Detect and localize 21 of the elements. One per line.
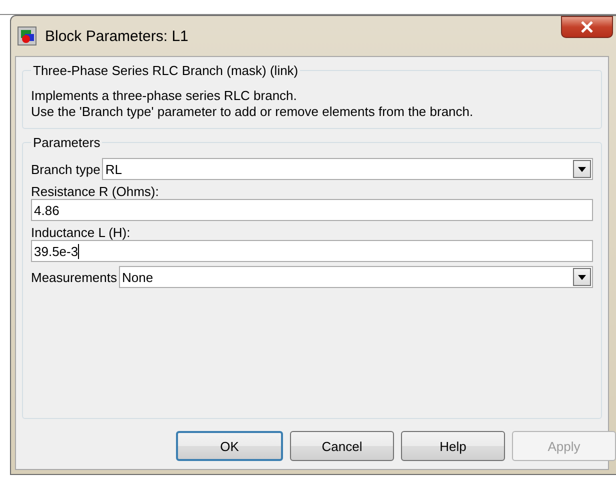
group-title: Three-Phase Series RLC Branch (mask) (link) <box>32 63 300 78</box>
input-field[interactable]: 4.86 <box>31 199 593 221</box>
dialog-button[interactable]: Cancel <box>290 431 394 461</box>
dialog-button[interactable]: OK <box>176 431 283 461</box>
description-text: Implements a three-phase series RLC branch. <box>31 88 298 104</box>
group-title: Parameters <box>32 135 102 150</box>
dropdown-field[interactable]: RL <box>102 158 593 180</box>
dialog-button[interactable]: Help <box>401 431 505 461</box>
caret-icon <box>578 166 586 172</box>
close-icon <box>580 21 594 33</box>
block-icon <box>17 26 37 46</box>
field-label: Measurements <box>31 270 117 284</box>
close-button[interactable] <box>561 16 613 38</box>
window-title: Block Parameters: L1 <box>45 28 188 44</box>
dropdown-field[interactable]: None <box>118 266 593 288</box>
field-label: Resistance R (Ohms): <box>31 184 160 199</box>
field-label: Inductance L (H): <box>31 225 132 240</box>
description-text: Use the 'Branch type' parameter to add or remove elements from the branch. <box>31 104 474 120</box>
caret-icon <box>578 274 586 280</box>
field-label: Branch type <box>31 162 100 176</box>
input-field[interactable]: 39.5e-3 <box>31 240 593 262</box>
